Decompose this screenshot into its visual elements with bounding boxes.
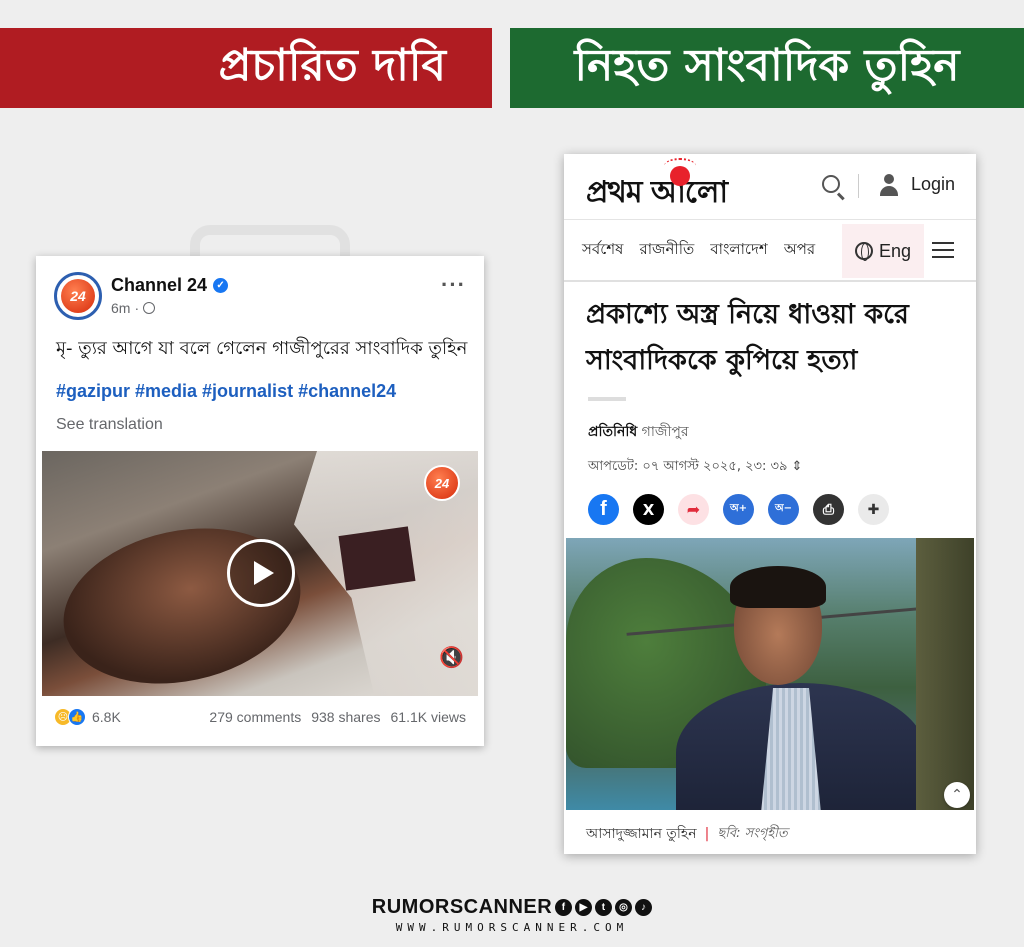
nav-item-bangladesh[interactable]: বাংলাদেশ	[710, 238, 767, 263]
play-button-icon[interactable]	[227, 539, 295, 607]
prothom-alo-article-card: প্রথম আলো Login সর্বশেষ রাজনীতি বাংলাদেশ…	[564, 154, 976, 854]
x-share-icon[interactable]: X	[633, 494, 664, 525]
video-frame-phone	[338, 526, 416, 591]
caption-credit: ছবি: সংগৃহীত	[717, 825, 788, 841]
font-increase-icon[interactable]: অ+	[723, 494, 754, 525]
article-photo: ⌃	[566, 538, 974, 810]
author-label[interactable]: প্রতিনিধি	[588, 424, 637, 440]
user-icon[interactable]	[878, 174, 900, 198]
like-reaction-icon: 👍	[68, 708, 86, 726]
author-place: গাজীপুর	[641, 424, 689, 440]
video-channel-logo: 24	[424, 465, 460, 501]
post-hashtags[interactable]: #gazipur #media #journalist #channel24	[56, 381, 396, 402]
verified-badge-icon: ✓	[213, 278, 229, 293]
font-decrease-icon[interactable]: অ−	[768, 494, 799, 525]
comment-count[interactable]: 279 comments	[209, 709, 301, 725]
mute-icon[interactable]: 🔇	[439, 645, 464, 670]
language-button[interactable]: Eng	[842, 224, 924, 278]
nav-item-crime[interactable]: অপর	[784, 238, 818, 263]
caption-name: আসাদুজ্জামান তুহিন	[586, 826, 697, 842]
victim-banner: নিহত সাংবাদিক তুহিন	[510, 28, 1024, 108]
post-video[interactable]: 24 🔇	[42, 451, 478, 696]
page-name-label[interactable]: Channel 24	[111, 275, 207, 296]
bookmark-icon[interactable]: ✚	[858, 494, 889, 525]
print-icon[interactable]: ⎙	[813, 494, 844, 525]
header-divider	[858, 174, 859, 198]
post-stats: ☹ 👍 6.8K 279 comments 938 shares 61.1K v…	[54, 708, 466, 726]
post-time[interactable]: 6m	[111, 300, 130, 316]
photo-soldier	[916, 538, 974, 810]
globe-icon	[854, 242, 873, 261]
facebook-share-icon[interactable]: f	[588, 494, 619, 525]
forward-share-icon[interactable]: ➦	[678, 494, 709, 525]
article-headline: প্রকাশ্যে অস্ত্র নিয়ে ধাওয়া করে সাংবাদ…	[586, 299, 909, 376]
photo-person-hair	[730, 566, 826, 608]
footer-brand: RUMORSCANNER f ▶ t ◎ ♪	[371, 896, 653, 919]
meta-separator: ·	[134, 300, 140, 316]
nav-item-latest[interactable]: সর্বশেষ	[582, 238, 623, 263]
footer: RUMORSCANNER f ▶ t ◎ ♪ WWW.RUMORSCANNER.…	[0, 896, 1024, 934]
search-icon[interactable]	[822, 175, 840, 193]
updated-text: আপডেট: ০৭ আগস্ট ২০২৫, ২৩: ৩৯	[588, 459, 788, 474]
victim-banner-label: নিহত সাংবাদিক তুহিন	[574, 39, 960, 91]
tiktok-icon[interactable]: ♪	[635, 899, 653, 916]
view-count: 61.1K views	[390, 709, 466, 725]
claim-banner: প্রচারিত দাবি	[0, 28, 492, 108]
reaction-count[interactable]: 6.8K	[92, 709, 121, 725]
facebook-post-card: 24 Channel 24 ✓ 6m · ··· মৃ- ত্যুর আগে য…	[36, 256, 484, 746]
see-translation-link[interactable]: See translation	[56, 416, 163, 434]
site-header: প্রথম আলো Login	[564, 154, 976, 220]
headline-rule	[588, 397, 626, 401]
reactions-icons[interactable]: ☹ 👍	[54, 708, 86, 726]
share-bar: f X ➦ অ+ অ− ⎙ ✚	[588, 494, 889, 525]
page-name[interactable]: Channel 24 ✓	[111, 275, 229, 296]
channel24-logo: 24	[61, 279, 95, 313]
facebook-icon[interactable]: f	[555, 899, 573, 916]
photo-caption: আসাদুজ্জামান তুহিন | ছবি: সংগৃহীত	[586, 822, 788, 846]
brand-name: RUMORSCANNER	[371, 896, 553, 918]
footer-url[interactable]: WWW.RUMORSCANNER.COM	[0, 921, 1024, 934]
nav-item-politics[interactable]: রাজনীতি	[639, 238, 694, 263]
instagram-icon[interactable]: ◎	[615, 899, 633, 916]
more-options-icon[interactable]: ···	[441, 272, 466, 298]
page-avatar[interactable]: 24	[54, 272, 102, 320]
menu-icon[interactable]	[932, 242, 954, 258]
login-link[interactable]: Login	[911, 174, 955, 195]
caption-separator: |	[704, 826, 710, 842]
updated-timestamp: আপডেট: ০৭ আগস্ট ২০২৫, ২৩: ৩৯ ⇕	[588, 457, 802, 478]
sort-arrows-icon: ⇕	[791, 459, 803, 474]
claim-banner-label: প্রচারিত দাবি	[218, 39, 446, 91]
post-text: মৃ- ত্যুর আগে যা বলে গেলেন গাজীপুরের সাং…	[56, 338, 468, 359]
twitter-icon[interactable]: t	[595, 899, 613, 916]
prothom-alo-logo[interactable]: প্রথম আলো	[586, 168, 728, 219]
share-count[interactable]: 938 shares	[311, 709, 380, 725]
scroll-top-icon[interactable]: ⌃	[944, 782, 970, 808]
article-byline: প্রতিনিধি গাজীপুর	[588, 420, 689, 444]
logo-sun-icon	[664, 158, 696, 186]
youtube-icon[interactable]: ▶	[575, 899, 593, 916]
public-globe-icon	[143, 302, 156, 314]
language-label: Eng	[878, 240, 912, 261]
post-meta: 6m ·	[111, 300, 156, 316]
